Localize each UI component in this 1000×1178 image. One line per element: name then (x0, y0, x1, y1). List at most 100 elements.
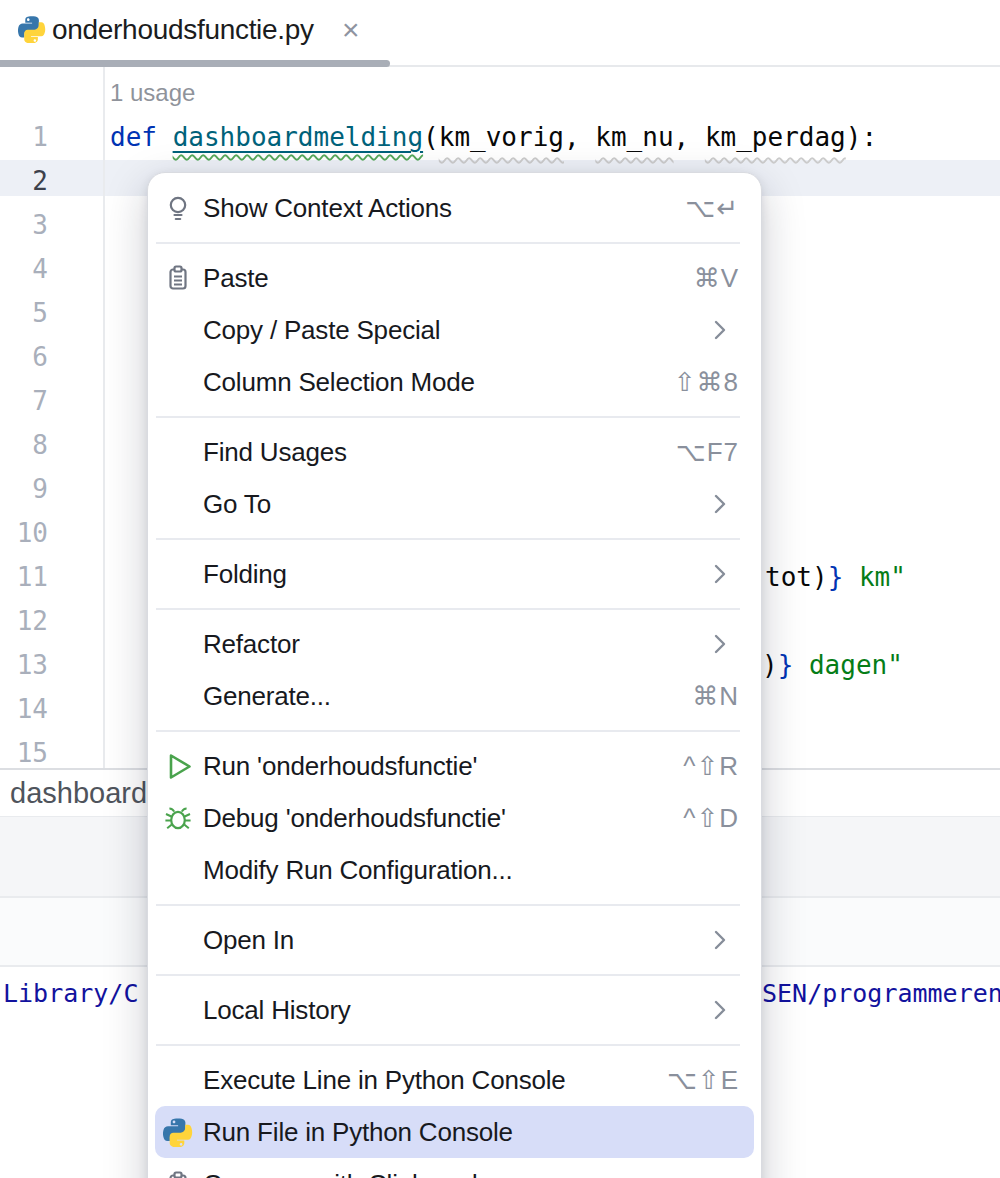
menu-item-execute-line-in-python-console[interactable]: Execute Line in Python Console⌥⇧E (155, 1054, 754, 1106)
menu-item-label: Compare with Clipboard (203, 1169, 739, 1178)
line-number[interactable]: 13 (0, 643, 48, 687)
menu-item-run-file-in-python-console[interactable]: Run File in Python Console (155, 1106, 754, 1158)
menu-separator (156, 608, 740, 610)
usage-inlay-hint[interactable]: 1 usage (110, 71, 195, 115)
code-line-1: def dashboardmelding(km_vorig, km_nu, km… (110, 115, 877, 159)
editor-context-menu: Show Context Actions⌥↵Paste⌘VCopy / Past… (147, 172, 762, 1178)
editor-tab-bar: onderhoudsfunctie.py × (0, 0, 1000, 67)
console-path-right: SEN/programmeren (762, 978, 1000, 1010)
menu-item-copy-paste-special[interactable]: Copy / Paste Special (155, 304, 754, 356)
code-fragment-line-13: )} dagen" (762, 643, 903, 687)
code-fragment-line-11: tot)} km" (765, 555, 906, 599)
chevron-right-icon (713, 999, 727, 1021)
code-token-param: km_vorig (439, 122, 564, 152)
menu-item-label: Debug 'onderhoudsfunctie' (203, 803, 683, 834)
console-path-left: Library/C (3, 978, 146, 1010)
code-token-function: dashboardmelding (173, 122, 423, 152)
menu-item-label: Local History (203, 995, 713, 1026)
menu-item-label: Paste (203, 263, 694, 294)
chevron-right-icon (713, 493, 727, 515)
line-number[interactable]: 6 (0, 335, 48, 379)
chevron-right-icon (713, 563, 727, 585)
line-number[interactable]: 12 (0, 599, 48, 643)
line-number[interactable]: 8 (0, 423, 48, 467)
python-file-icon (18, 15, 46, 43)
menu-item-refactor[interactable]: Refactor (155, 618, 754, 670)
line-number[interactable]: 3 (0, 203, 48, 247)
menu-item-find-usages[interactable]: Find Usages⌥F7 (155, 426, 754, 478)
menu-item-shortcut: ⌥↵ (685, 193, 739, 224)
menu-item-label: Open In (203, 925, 713, 956)
code-token-string: km" (843, 562, 906, 592)
menu-item-modify-run-configuration[interactable]: Modify Run Configuration... (155, 844, 754, 896)
menu-item-local-history[interactable]: Local History (155, 984, 754, 1036)
tab-close-icon[interactable]: × (342, 0, 360, 60)
menu-item-shortcut: ⇧⌘8 (674, 367, 739, 398)
menu-item-generate[interactable]: Generate...⌘N (155, 670, 754, 722)
menu-item-folding[interactable]: Folding (155, 548, 754, 600)
menu-item-show-context-actions[interactable]: Show Context Actions⌥↵ (155, 182, 754, 234)
paste-icon (163, 1169, 193, 1178)
menu-item-run-onderhoudsfunctie[interactable]: Run 'onderhoudsfunctie'^⇧R (155, 740, 754, 792)
line-number[interactable]: 4 (0, 247, 48, 291)
run-icon (163, 751, 193, 781)
menu-separator (156, 242, 740, 244)
menu-separator (156, 974, 740, 976)
menu-item-label: Refactor (203, 629, 713, 660)
python-logo-icon (163, 1117, 193, 1147)
menu-separator (156, 904, 740, 906)
menu-item-shortcut: ^⇧D (683, 803, 739, 834)
editor-gutter: 123456789101112131415 (0, 67, 105, 768)
menu-item-debug-onderhoudsfunctie[interactable]: Debug 'onderhoudsfunctie'^⇧D (155, 792, 754, 844)
menu-item-label: Run 'onderhoudsfunctie' (203, 751, 683, 782)
line-number[interactable]: 2 (0, 159, 48, 203)
line-number[interactable]: 14 (0, 687, 48, 731)
code-token-plain: , (564, 122, 595, 152)
line-number[interactable]: 10 (0, 511, 48, 555)
active-tab-indicator (0, 60, 390, 67)
line-number[interactable]: 9 (0, 467, 48, 511)
menu-item-label: Show Context Actions (203, 193, 685, 224)
menu-item-shortcut: ⌘N (692, 681, 739, 712)
menu-separator (156, 730, 740, 732)
chevron-right-icon (713, 929, 727, 951)
menu-item-column-selection-mode[interactable]: Column Selection Mode⇧⌘8 (155, 356, 754, 408)
menu-item-label: Column Selection Mode (203, 367, 674, 398)
code-token-keyword: def (110, 122, 173, 152)
lightbulb-icon (163, 193, 193, 223)
line-number[interactable]: 1 (0, 115, 48, 159)
menu-item-shortcut: ⌥⇧E (667, 1065, 739, 1096)
menu-item-label: Go To (203, 489, 713, 520)
menu-item-label: Find Usages (203, 437, 676, 468)
menu-item-label: Run File in Python Console (203, 1117, 739, 1148)
code-token-string: dagen" (793, 650, 903, 680)
code-token-plain: , (674, 122, 705, 152)
code-token-plain: ): (846, 122, 877, 152)
menu-item-go-to[interactable]: Go To (155, 478, 754, 530)
menu-item-open-in[interactable]: Open In (155, 914, 754, 966)
line-number[interactable]: 11 (0, 555, 48, 599)
menu-item-shortcut: ⌘V (694, 263, 739, 294)
code-token-brace: } (828, 562, 844, 592)
menu-separator (156, 1044, 740, 1046)
menu-separator (156, 416, 740, 418)
line-number[interactable]: 5 (0, 291, 48, 335)
code-token-brace: } (778, 650, 794, 680)
chevron-right-icon (713, 319, 727, 341)
menu-item-label: Modify Run Configuration... (203, 855, 739, 886)
menu-item-shortcut: ⌥F7 (676, 437, 739, 468)
code-token-plain: tot) (765, 562, 828, 592)
debug-icon (163, 803, 193, 833)
chevron-right-icon (713, 633, 727, 655)
menu-item-paste[interactable]: Paste⌘V (155, 252, 754, 304)
function-name: dashboardmelding (173, 122, 423, 152)
line-number[interactable]: 7 (0, 379, 48, 423)
tab-title[interactable]: onderhoudsfunctie.py (52, 0, 314, 60)
menu-item-compare-with-clipboard[interactable]: Compare with Clipboard (155, 1158, 754, 1178)
code-token-param: km_nu (595, 122, 673, 152)
menu-separator (156, 538, 740, 540)
code-token-plain: ) (762, 650, 778, 680)
code-token-param: km_perdag (705, 122, 846, 152)
code-token-plain: ( (423, 122, 439, 152)
menu-item-label: Execute Line in Python Console (203, 1065, 667, 1096)
